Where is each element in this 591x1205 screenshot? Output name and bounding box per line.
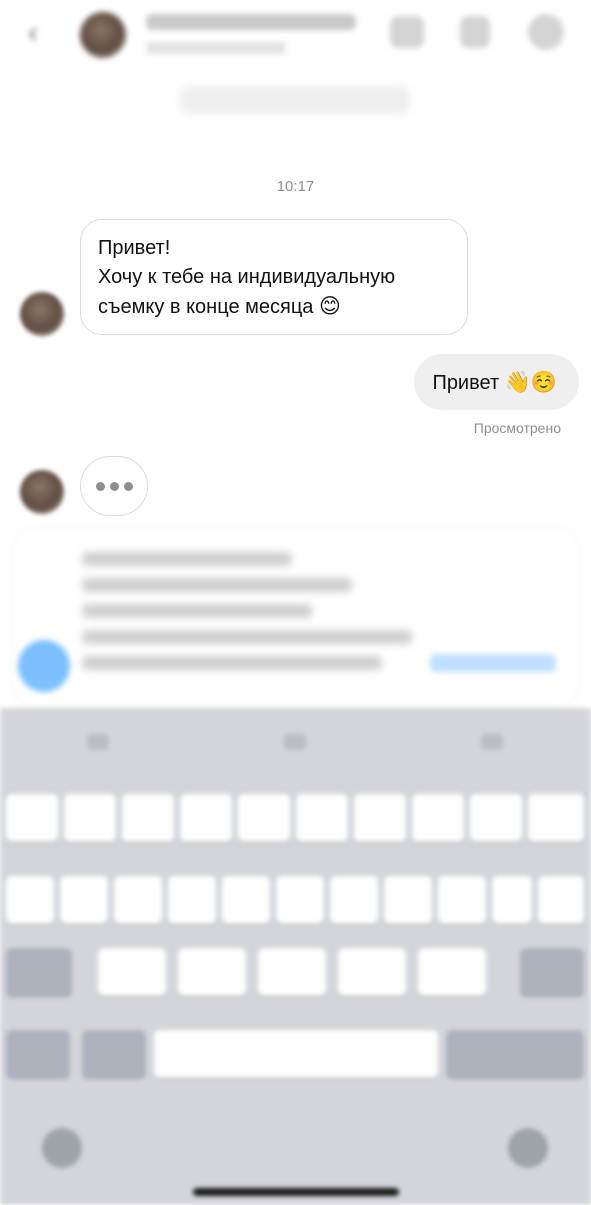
key[interactable] bbox=[438, 876, 486, 924]
key[interactable] bbox=[6, 794, 58, 842]
microphone-icon[interactable] bbox=[508, 1128, 548, 1168]
key[interactable] bbox=[470, 794, 522, 842]
contact-username-blurred bbox=[146, 42, 286, 54]
message-timestamp: 10:17 bbox=[276, 178, 315, 195]
key[interactable] bbox=[180, 794, 232, 842]
key[interactable] bbox=[276, 876, 324, 924]
message-line: съемку в конце месяца bbox=[98, 296, 314, 318]
suggestion-item[interactable] bbox=[87, 734, 109, 750]
key[interactable] bbox=[114, 876, 162, 924]
message-text: Привет bbox=[432, 372, 500, 394]
key[interactable] bbox=[122, 794, 174, 842]
key[interactable] bbox=[492, 876, 532, 924]
key[interactable] bbox=[6, 876, 54, 924]
key[interactable] bbox=[296, 794, 348, 842]
typing-dot bbox=[123, 481, 133, 491]
typing-dot bbox=[95, 481, 105, 491]
message-line: Хочу к тебе на индивидуальную bbox=[98, 266, 396, 288]
key[interactable] bbox=[258, 948, 326, 996]
video-call-icon[interactable] bbox=[390, 16, 424, 48]
key[interactable] bbox=[168, 876, 216, 924]
key[interactable] bbox=[60, 876, 108, 924]
smile-emoji: 😊 bbox=[318, 294, 341, 318]
flag-icon[interactable] bbox=[460, 16, 490, 48]
key[interactable] bbox=[538, 876, 584, 924]
outgoing-message-bubble[interactable]: Привет 👋☺️ bbox=[414, 354, 579, 410]
message-composer bbox=[0, 518, 591, 708]
return-key[interactable] bbox=[446, 1030, 584, 1078]
home-indicator bbox=[193, 1188, 399, 1196]
sender-avatar[interactable] bbox=[20, 470, 64, 514]
contact-name-blurred[interactable] bbox=[146, 14, 356, 30]
info-icon[interactable] bbox=[528, 14, 564, 50]
incoming-message-bubble[interactable]: Привет! Хочу к тебе на индивидуальную съ… bbox=[80, 219, 468, 335]
key[interactable] bbox=[354, 794, 406, 842]
key[interactable] bbox=[338, 948, 406, 996]
avatar[interactable] bbox=[80, 12, 126, 58]
key[interactable] bbox=[178, 948, 246, 996]
key[interactable] bbox=[98, 948, 166, 996]
key[interactable] bbox=[412, 794, 464, 842]
key[interactable] bbox=[330, 876, 378, 924]
key[interactable] bbox=[418, 948, 486, 996]
seen-status: Просмотрено bbox=[473, 420, 561, 436]
key[interactable] bbox=[528, 794, 584, 842]
typing-dot bbox=[109, 481, 119, 491]
key[interactable] bbox=[238, 794, 290, 842]
numbers-key[interactable] bbox=[6, 1030, 70, 1078]
globe-icon[interactable] bbox=[42, 1128, 82, 1168]
message-line: Привет! bbox=[98, 237, 171, 259]
view-profile-button-blurred[interactable] bbox=[180, 86, 410, 114]
space-key[interactable] bbox=[154, 1030, 438, 1078]
chat-header: ‹ bbox=[0, 0, 591, 80]
suggestion-item[interactable] bbox=[284, 734, 306, 750]
delete-key[interactable] bbox=[520, 948, 584, 996]
key[interactable] bbox=[222, 876, 270, 924]
keyboard bbox=[0, 708, 591, 1205]
key[interactable] bbox=[384, 876, 432, 924]
draft-text-blurred bbox=[82, 544, 422, 670]
wave-emoji: 👋☺️ bbox=[504, 370, 557, 394]
key[interactable] bbox=[64, 794, 116, 842]
send-button[interactable] bbox=[430, 654, 556, 672]
sender-avatar[interactable] bbox=[20, 292, 64, 336]
shift-key[interactable] bbox=[6, 948, 72, 996]
emoji-key[interactable] bbox=[82, 1030, 146, 1078]
suggestion-item[interactable] bbox=[481, 734, 503, 750]
camera-button[interactable] bbox=[18, 640, 70, 692]
typing-indicator bbox=[80, 456, 148, 516]
chevron-left-icon[interactable]: ‹ bbox=[28, 18, 48, 48]
